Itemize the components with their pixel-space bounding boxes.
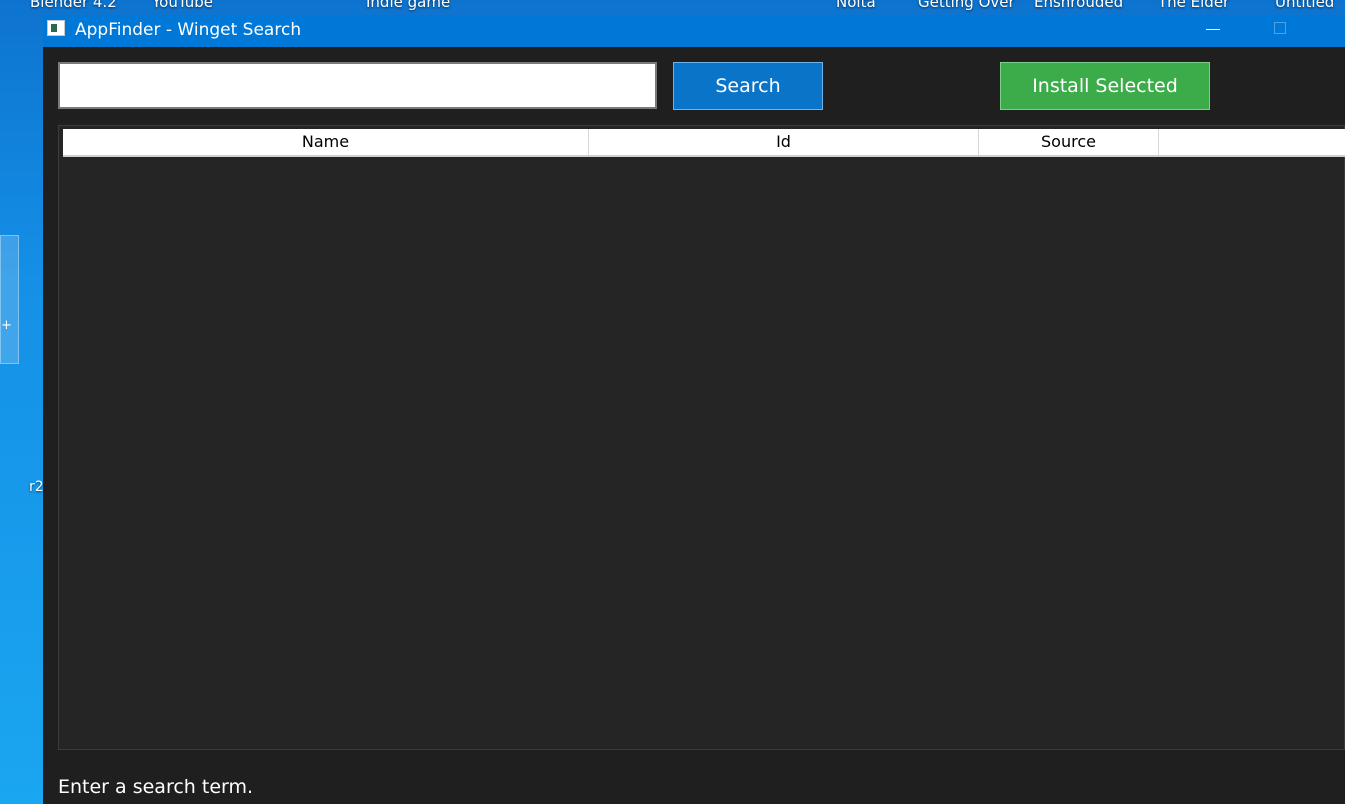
app-icon <box>47 20 65 36</box>
window-title: AppFinder - Winget Search <box>75 20 302 40</box>
status-text: Enter a search term. <box>58 776 254 798</box>
plus-text: + <box>1 318 12 333</box>
install-selected-button[interactable]: Install Selected <box>1000 62 1210 110</box>
table-header: Name Id Source <box>63 129 1345 157</box>
maximize-icon <box>1274 22 1286 34</box>
minimize-icon <box>1206 29 1220 30</box>
desktop-icon-label[interactable]: Untitled <box>1275 0 1334 11</box>
search-button[interactable]: Search <box>673 62 823 110</box>
desktop-icon-label[interactable]: Noita <box>836 0 876 11</box>
desktop-icon-label[interactable]: The Elder <box>1158 0 1229 11</box>
search-input[interactable] <box>58 62 657 109</box>
desktop-icon-label[interactable]: Blender 4.2 <box>30 0 117 11</box>
maximize-button[interactable] <box>1259 15 1305 47</box>
desktop-widget-panel[interactable]: + <box>0 235 19 364</box>
column-header-source[interactable]: Source <box>979 129 1159 155</box>
desktop-text-fragment: r2 <box>29 479 44 495</box>
results-table[interactable]: Name Id Source <box>58 125 1345 750</box>
title-bar[interactable]: AppFinder - Winget Search <box>43 15 1345 47</box>
column-header-id[interactable]: Id <box>589 129 979 155</box>
desktop-icon-label[interactable]: Getting Over <box>918 0 1015 11</box>
app-window: AppFinder - Winget Search Search Install… <box>43 15 1345 804</box>
minimize-button[interactable] <box>1191 15 1237 47</box>
column-header-name[interactable]: Name <box>63 129 589 155</box>
column-header-filler <box>1159 129 1345 155</box>
desktop-icon-label[interactable]: Enshrouded <box>1034 0 1123 11</box>
desktop-icon-label[interactable]: YouTube <box>152 0 213 11</box>
desktop-icon-label[interactable]: Indie game <box>366 0 450 11</box>
